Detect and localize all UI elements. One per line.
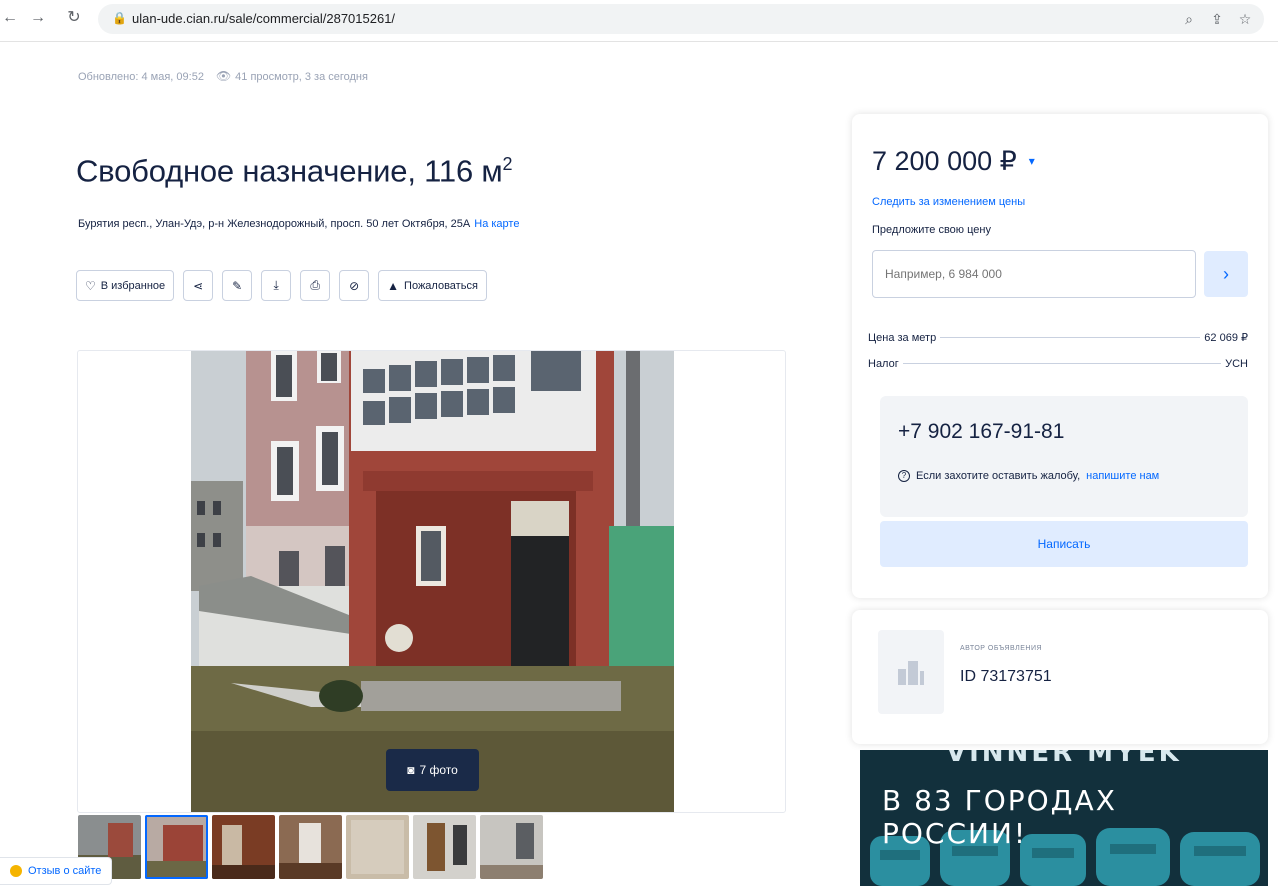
back-icon[interactable]: ← bbox=[0, 8, 20, 28]
lock-icon: 🔒 bbox=[112, 11, 127, 25]
title-superscript: 2 bbox=[502, 154, 513, 174]
thumbnail[interactable] bbox=[413, 815, 476, 879]
complain-text: Если захотите оставить жалобу, bbox=[916, 470, 1081, 482]
price-card: 7 200 000 ₽ ▾ Следить за изменением цены… bbox=[852, 114, 1268, 598]
complain-button[interactable]: ▲ Пожаловаться bbox=[378, 270, 487, 301]
tax-label: Налог bbox=[868, 358, 899, 370]
favorite-button[interactable]: ♡ В избранное bbox=[76, 270, 175, 301]
hide-button[interactable]: ⊘ bbox=[339, 270, 370, 301]
share-button[interactable]: ⋖ bbox=[183, 270, 214, 301]
thumbnail[interactable] bbox=[212, 815, 275, 879]
thumbnail[interactable] bbox=[346, 815, 409, 879]
complain-note: ? Если захотите оставить жалобу, напишит… bbox=[898, 468, 1159, 484]
price-per-meter-value: 62 069 ₽ bbox=[1204, 332, 1248, 344]
dotted-leader bbox=[940, 337, 1201, 338]
reload-icon[interactable]: ↻ bbox=[64, 8, 84, 28]
price-value: 7 200 000 ₽ bbox=[872, 146, 1017, 176]
address-text: Бурятия респ., Улан-Удэ, р-н Железнодоро… bbox=[78, 218, 471, 230]
write-button[interactable]: Написать bbox=[880, 521, 1248, 567]
dotted-leader bbox=[902, 363, 1222, 364]
author-avatar[interactable] bbox=[878, 630, 944, 714]
feedback-button[interactable]: Отзыв о сайте bbox=[0, 857, 113, 885]
page-title: Свободное назначение, 116 м2 bbox=[76, 144, 513, 191]
follow-price-link[interactable]: Следить за изменением цены bbox=[872, 194, 1025, 210]
map-link[interactable]: На карте bbox=[474, 218, 519, 230]
chevron-down-icon[interactable]: ▾ bbox=[1029, 144, 1035, 178]
eye-icon: 👁 bbox=[215, 69, 232, 83]
ad-top-text: VINNER MYEK bbox=[946, 750, 1182, 768]
ad-text: В 83 ГОРОДАХ РОССИИ! bbox=[882, 784, 1117, 850]
edit-button[interactable]: ✎ bbox=[222, 270, 253, 301]
price-per-meter-row: Цена за метр 62 069 ₽ bbox=[868, 330, 1248, 346]
heart-icon: ♡ bbox=[85, 278, 96, 293]
author-card: АВТОР ОБЪЯВЛЕНИЯ ID 73173751 bbox=[852, 610, 1268, 744]
complain-label: Пожаловаться bbox=[404, 279, 478, 292]
print-button[interactable]: ⎙ bbox=[300, 270, 331, 301]
download-icon: ⤓ bbox=[273, 278, 279, 292]
chevron-right-icon: › bbox=[1223, 263, 1229, 284]
submit-offer-button[interactable]: › bbox=[1204, 251, 1248, 297]
price-per-meter-label: Цена за метр bbox=[868, 332, 937, 344]
url-text[interactable]: ulan-ude.cian.ru/sale/commercial/2870152… bbox=[132, 10, 395, 28]
share-icon[interactable]: ⇪ bbox=[1208, 10, 1226, 28]
photo-count-label: 7 фото bbox=[419, 763, 458, 777]
forward-icon[interactable]: → bbox=[28, 8, 48, 28]
thumbnail-strip bbox=[78, 815, 543, 879]
updated-date: Обновлено: 4 мая, 09:52 bbox=[78, 70, 204, 83]
action-buttons: ♡ В избранное ⋖ ✎ ⤓ ⎙ ⊘ ▲ Пожаловаться bbox=[76, 270, 487, 301]
author-id[interactable]: ID 73173751 bbox=[960, 666, 1052, 688]
photo-count-button[interactable]: ◙ 7 фото bbox=[386, 749, 479, 791]
printer-icon: ⎙ bbox=[310, 278, 320, 292]
building-photo bbox=[191, 351, 674, 812]
hide-icon: ⊘ bbox=[349, 278, 360, 293]
listing-meta: Обновлено: 4 мая, 09:52 👁 41 просмотр, 3 … bbox=[78, 68, 368, 85]
offer-label: Предложите свою цену bbox=[872, 224, 991, 236]
phone-box: +7 902 167-91-81 ? Если захотите оставит… bbox=[880, 396, 1248, 517]
download-button[interactable]: ⤓ bbox=[261, 270, 292, 301]
share-icon: ⋖ bbox=[193, 278, 204, 293]
offer-price-input[interactable] bbox=[872, 250, 1196, 298]
camera-icon: ◙ bbox=[407, 763, 415, 777]
zoom-icon[interactable]: ⌕ bbox=[1180, 10, 1198, 28]
ad-banner[interactable]: VINNER MYEK В 83 ГОРОДАХ РОССИИ! bbox=[860, 750, 1268, 886]
title-text: Свободное назначение, 116 м bbox=[76, 153, 503, 189]
feedback-label: Отзыв о сайте bbox=[28, 865, 102, 877]
warning-icon: ▲ bbox=[387, 278, 400, 293]
pencil-icon: ✎ bbox=[232, 278, 243, 293]
info-icon: ? bbox=[898, 470, 910, 482]
smile-icon bbox=[10, 865, 22, 877]
price: 7 200 000 ₽ ▾ bbox=[872, 144, 1035, 178]
views-text: 41 просмотр, 3 за сегодня bbox=[235, 71, 368, 83]
favorite-label: В избранное bbox=[100, 279, 166, 292]
thumbnail[interactable] bbox=[145, 815, 208, 879]
write-us-link[interactable]: напишите нам bbox=[1086, 468, 1159, 484]
bookmark-star-icon[interactable]: ☆ bbox=[1236, 10, 1254, 28]
tax-row: Налог УСН bbox=[868, 356, 1248, 372]
photo-gallery[interactable]: ◙ 7 фото bbox=[77, 350, 786, 813]
building-icon bbox=[898, 661, 924, 685]
author-label: АВТОР ОБЪЯВЛЕНИЯ bbox=[960, 645, 1043, 652]
main-photo[interactable] bbox=[191, 351, 674, 812]
phone-number[interactable]: +7 902 167-91-81 bbox=[898, 418, 1064, 446]
browser-toolbar: ← → ↻ 🔒 ulan-ude.cian.ru/sale/commercial… bbox=[0, 0, 1278, 42]
address-bar[interactable]: 🔒 ulan-ude.cian.ru/sale/commercial/28701… bbox=[98, 4, 1264, 34]
views-count: 👁 41 просмотр, 3 за сегодня bbox=[216, 68, 368, 85]
thumbnail[interactable] bbox=[480, 815, 543, 879]
tax-value: УСН bbox=[1225, 358, 1248, 370]
thumbnail[interactable] bbox=[279, 815, 342, 879]
address: Бурятия респ., Улан-Удэ, р-н Железнодоро… bbox=[78, 216, 519, 232]
